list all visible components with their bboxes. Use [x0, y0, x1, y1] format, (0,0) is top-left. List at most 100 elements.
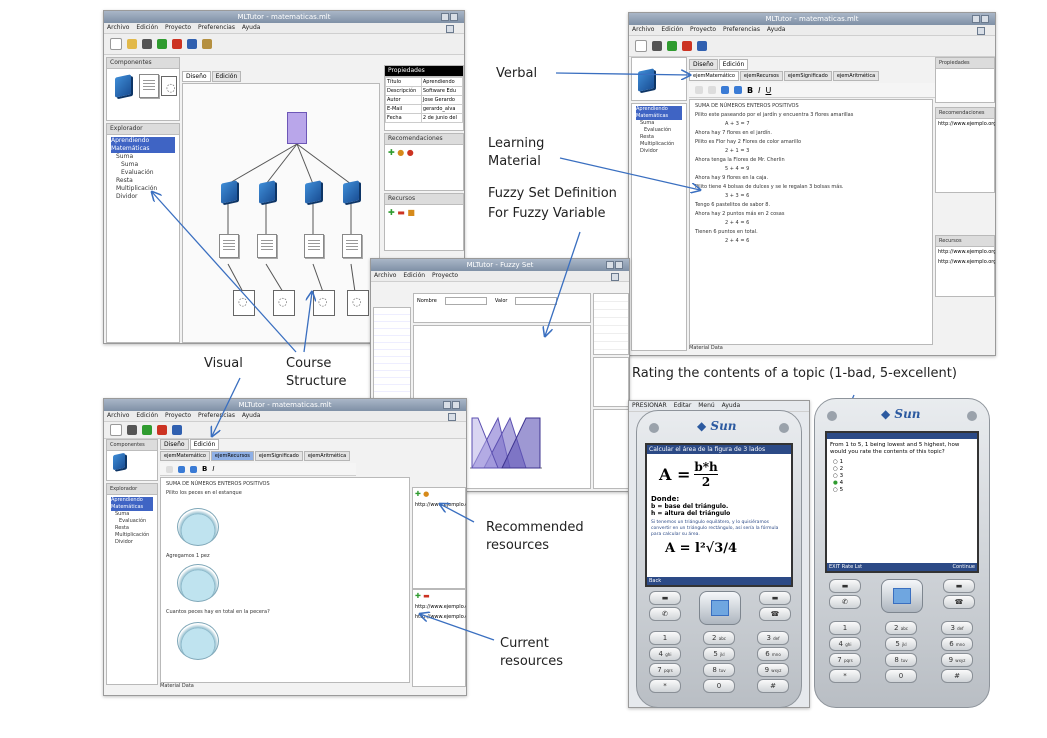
key-6[interactable]: 6 mno — [941, 637, 973, 651]
tree-item-root[interactable]: Aprendiendo Matemáticas — [111, 137, 175, 153]
close-icon[interactable] — [447, 413, 456, 421]
redo-icon[interactable] — [734, 86, 742, 94]
bold-icon[interactable]: B — [202, 465, 207, 473]
menu-menu[interactable]: Menú — [698, 402, 714, 409]
key-7[interactable]: 7 pqrs — [649, 663, 681, 677]
tab-diseno[interactable]: Diseño — [182, 71, 211, 82]
key-3[interactable]: 3 def — [757, 631, 789, 645]
remove-icon[interactable] — [172, 39, 182, 49]
document-icon[interactable] — [139, 74, 159, 98]
select-button[interactable] — [893, 588, 911, 604]
menu-presionar[interactable]: PRESIONAR — [632, 402, 667, 409]
call-button[interactable]: ✆ — [829, 595, 861, 609]
key-6[interactable]: 6 mno — [757, 647, 789, 661]
softkey-continue[interactable]: Continue — [953, 564, 975, 570]
subtab-aritmetica[interactable]: ejemAritmética — [832, 71, 880, 81]
save-icon[interactable] — [142, 39, 152, 49]
module-node-4[interactable] — [343, 180, 359, 204]
rating-option-2[interactable]: ○ 2 — [833, 466, 971, 473]
tree-item-suma[interactable]: Suma — [111, 153, 175, 161]
menu-editar[interactable]: Editar — [674, 402, 692, 409]
tab-edicion[interactable]: Edición — [718, 59, 749, 70]
navigation-pad[interactable] — [699, 591, 741, 625]
redo-icon[interactable] — [190, 465, 197, 473]
remove-icon[interactable] — [157, 425, 167, 435]
module-book-icon[interactable] — [113, 452, 125, 471]
softkey-right[interactable]: ▬ — [759, 591, 791, 605]
add-resource-icon[interactable]: ✚ — [415, 592, 421, 600]
resource-link-2[interactable]: http://www.ejemplo.org/ayuda — [936, 257, 995, 267]
menu-archivo[interactable]: Archivo — [107, 24, 129, 31]
add-icon[interactable] — [667, 41, 677, 51]
subtab-recursos[interactable]: ejemRecursos — [210, 451, 254, 461]
recommended-link[interactable]: http://www.ejemplo.org/archivo — [413, 500, 466, 510]
menu-edicion[interactable]: Edición — [661, 26, 683, 33]
navigation-pad[interactable] — [881, 579, 923, 613]
add-recommendation-icon[interactable]: ✚ — [388, 148, 395, 157]
key-8[interactable]: 8 tuv — [703, 663, 735, 677]
menu-archivo[interactable]: Archivo — [374, 272, 396, 279]
image-doc-icon[interactable] — [708, 86, 716, 94]
tree-item-multiplicacion[interactable]: Multiplicación — [111, 532, 153, 539]
add-recommendation-icon[interactable]: ✚ — [415, 490, 421, 498]
rating-option-5[interactable]: ○ 5 — [833, 487, 971, 494]
save-icon[interactable] — [652, 41, 662, 51]
key-4[interactable]: 4 ghi — [649, 647, 681, 661]
subtab-recursos[interactable]: ejemRecursos — [739, 71, 783, 81]
tree-item-suma[interactable]: Suma — [111, 511, 153, 518]
name-field[interactable] — [444, 297, 487, 305]
subtab-significado[interactable]: ejemSignificado — [254, 451, 303, 461]
module-node-2[interactable] — [259, 180, 275, 204]
root-course-node[interactable] — [287, 112, 307, 144]
resource-node-2[interactable] — [273, 290, 295, 316]
phone-left-softkey[interactable]: Back — [647, 577, 791, 585]
menu-ayuda[interactable]: Ayuda — [722, 402, 741, 409]
tree-item-resta[interactable]: Resta — [111, 177, 175, 185]
menu-edicion[interactable]: Edición — [403, 272, 425, 279]
menu-archivo[interactable]: Archivo — [632, 26, 654, 33]
module-node-3[interactable] — [305, 180, 321, 204]
close-icon[interactable] — [445, 25, 454, 33]
tree-item-evaluacion[interactable]: Evaluación — [111, 518, 153, 525]
rating-option-3[interactable]: ○ 3 — [833, 473, 971, 480]
key-hash[interactable]: # — [941, 669, 973, 683]
key-9[interactable]: 9 wxyz — [941, 653, 973, 667]
key-star[interactable]: * — [649, 679, 681, 693]
value-field[interactable] — [515, 297, 558, 305]
menu-archivo[interactable]: Archivo — [107, 412, 129, 419]
close-icon[interactable] — [976, 27, 985, 35]
undo-icon[interactable] — [178, 465, 185, 473]
undo-icon[interactable] — [721, 86, 729, 94]
phone-left-screen[interactable]: Calcular el área de la figura de 3 lados… — [645, 443, 793, 587]
info-icon[interactable] — [187, 39, 197, 49]
menu-proyecto[interactable]: Proyecto — [165, 412, 191, 419]
menu-ayuda[interactable]: Ayuda — [242, 412, 261, 419]
new-file-icon[interactable] — [110, 424, 122, 436]
tree-item-dividor[interactable]: Dividor — [111, 193, 175, 201]
softkey-exit-rate[interactable]: EXIT Rate Lst — [829, 564, 862, 570]
save-icon[interactable] — [127, 425, 137, 435]
menu-preferencias[interactable]: Preferencias — [198, 24, 235, 31]
resource-link-1[interactable]: http://www.ejemplo.org/archivo — [936, 247, 995, 257]
bold-icon[interactable]: B — [747, 86, 753, 95]
module-book-icon[interactable] — [115, 74, 131, 98]
menu-preferencias[interactable]: Preferencias — [723, 26, 760, 33]
resource-node-3[interactable] — [313, 290, 335, 316]
subtab-matematico[interactable]: ejemMatemático — [160, 451, 210, 461]
key-2[interactable]: 2 abc — [703, 631, 735, 645]
subtab-significado[interactable]: ejemSignificado — [783, 71, 832, 81]
material-node-1[interactable] — [219, 234, 239, 258]
rating-option-1[interactable]: ○ 1 — [833, 459, 971, 466]
resource-icon[interactable] — [161, 76, 177, 96]
key-star[interactable]: * — [829, 669, 861, 683]
tab-edicion[interactable]: Edición — [189, 439, 220, 450]
key-8[interactable]: 8 tuv — [885, 653, 917, 667]
tree-item-suma-child[interactable]: Suma — [111, 161, 175, 169]
tab-diseno[interactable]: Diseño — [160, 439, 189, 450]
minimize-icon[interactable] — [972, 15, 980, 23]
maximize-icon[interactable] — [981, 15, 989, 23]
tab-diseno[interactable]: Diseño — [689, 59, 718, 70]
key-3[interactable]: 3 def — [941, 621, 973, 635]
remove-recommendation-icon[interactable]: ● — [407, 148, 414, 157]
key-4[interactable]: 4 ghi — [829, 637, 861, 651]
